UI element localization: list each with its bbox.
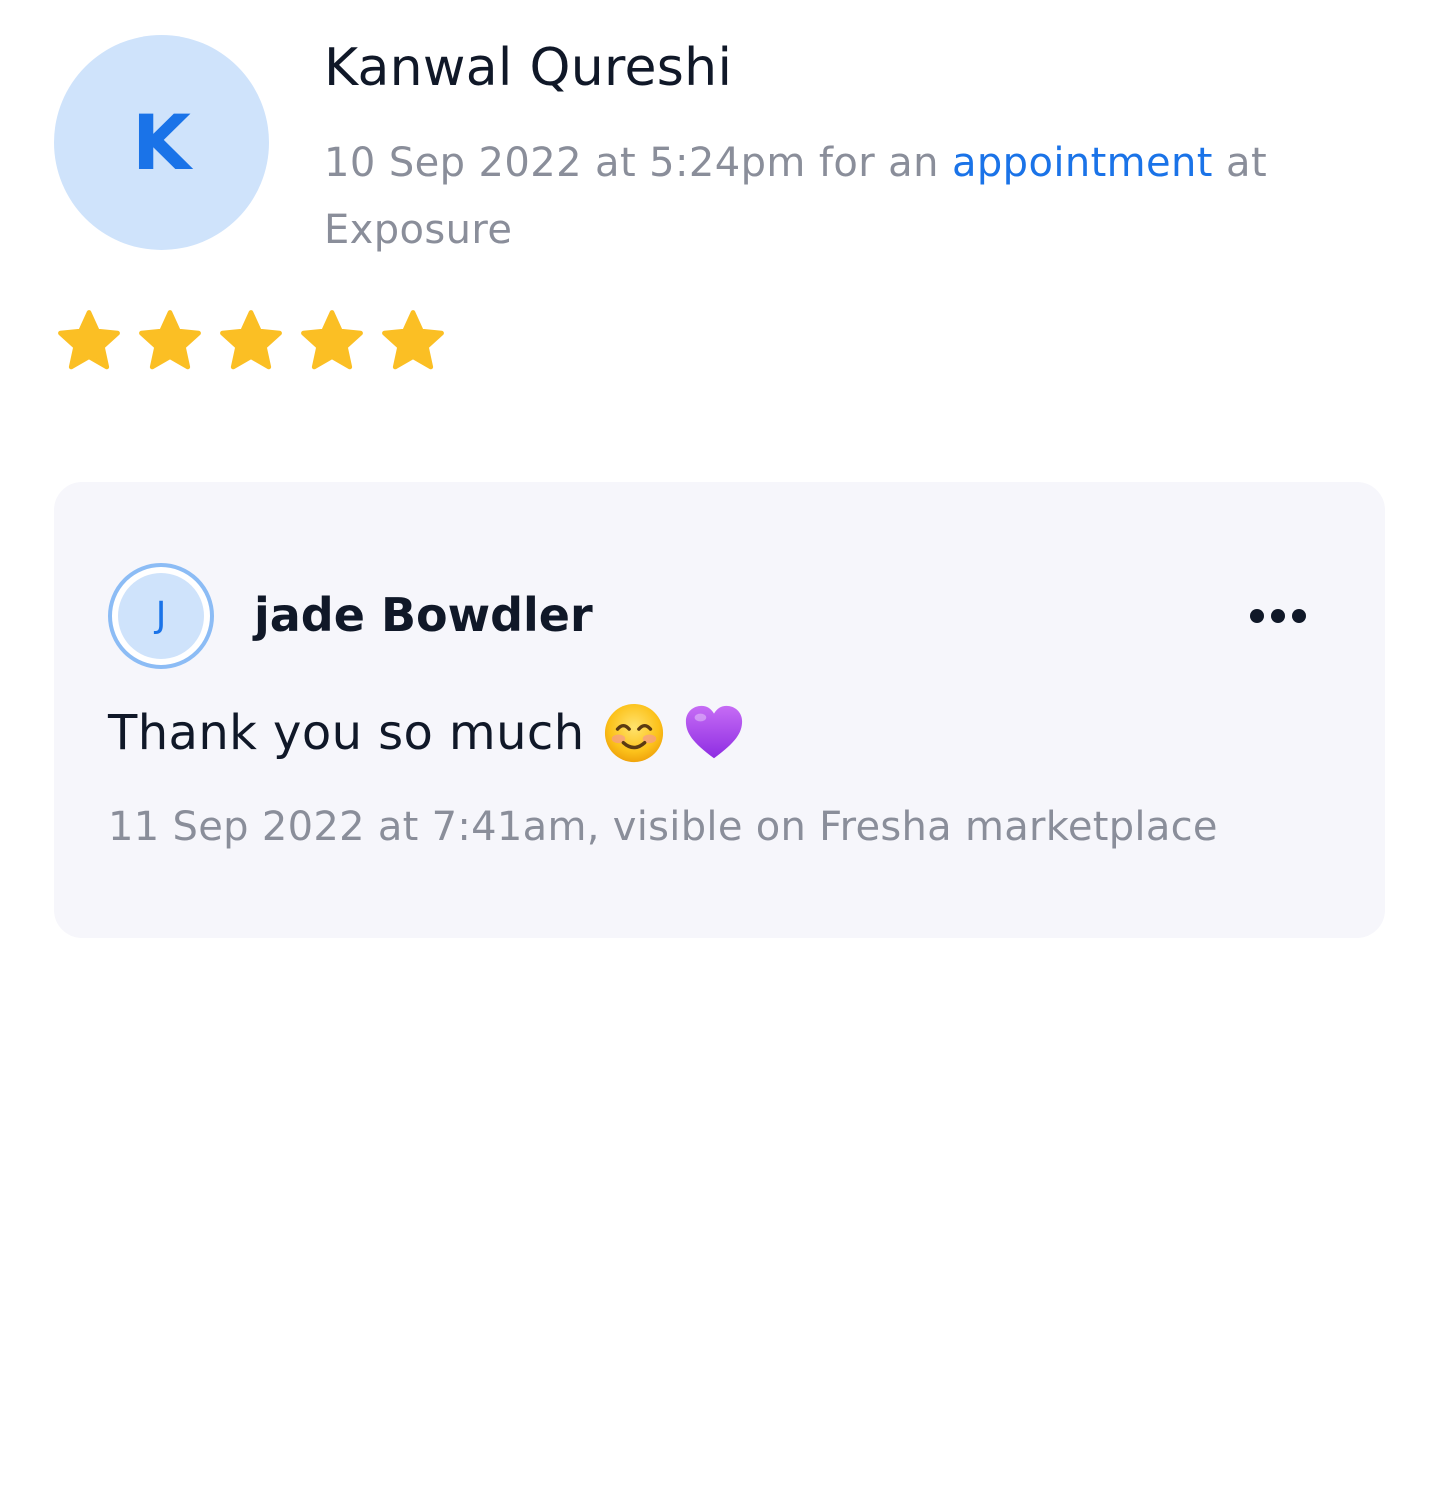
star-icon bbox=[301, 310, 363, 370]
reply-card: J jade Bowdler Thank you so much 11 Sep … bbox=[54, 482, 1385, 938]
purple-heart-emoji-icon bbox=[685, 705, 742, 759]
more-horizontal-icon bbox=[1250, 609, 1306, 623]
replier-avatar-initial: J bbox=[155, 595, 167, 636]
more-dot bbox=[1250, 609, 1264, 623]
review-location: Exposure bbox=[324, 207, 513, 253]
replier-avatar-inner: J bbox=[118, 573, 204, 659]
reviewer-avatar: K bbox=[54, 35, 269, 250]
review-meta-connector-at: at bbox=[1226, 140, 1268, 186]
star-icon bbox=[139, 310, 201, 370]
reply-text: Thank you so much bbox=[108, 705, 585, 761]
review-item: K Kanwal Qureshi 10 Sep 2022 at 5:24pm f… bbox=[0, 0, 1440, 1490]
reply-meta: 11 Sep 2022 at 7:41am, visible on Fresha… bbox=[108, 804, 1218, 850]
review-date-time: 10 Sep 2022 at 5:24pm bbox=[324, 140, 806, 186]
reviewer-name: Kanwal Qureshi bbox=[324, 38, 733, 98]
smiling-face-emoji-icon bbox=[604, 703, 663, 763]
replier-name: jade Bowdler bbox=[254, 588, 593, 642]
review-meta: 10 Sep 2022 at 5:24pm for an appointment… bbox=[324, 130, 1384, 264]
more-options-button[interactable] bbox=[1242, 594, 1314, 638]
more-dot bbox=[1271, 609, 1285, 623]
star-icon bbox=[58, 310, 120, 370]
review-meta-connector: for an bbox=[818, 140, 939, 186]
star-icon bbox=[220, 310, 282, 370]
reply-message: Thank you so much bbox=[108, 702, 745, 764]
appointment-link[interactable]: appointment bbox=[952, 140, 1213, 186]
more-dot bbox=[1292, 609, 1306, 623]
star-rating bbox=[54, 306, 448, 376]
replier-avatar: J bbox=[108, 563, 214, 669]
star-icon bbox=[382, 310, 444, 370]
reviewer-avatar-initial: K bbox=[132, 97, 191, 187]
